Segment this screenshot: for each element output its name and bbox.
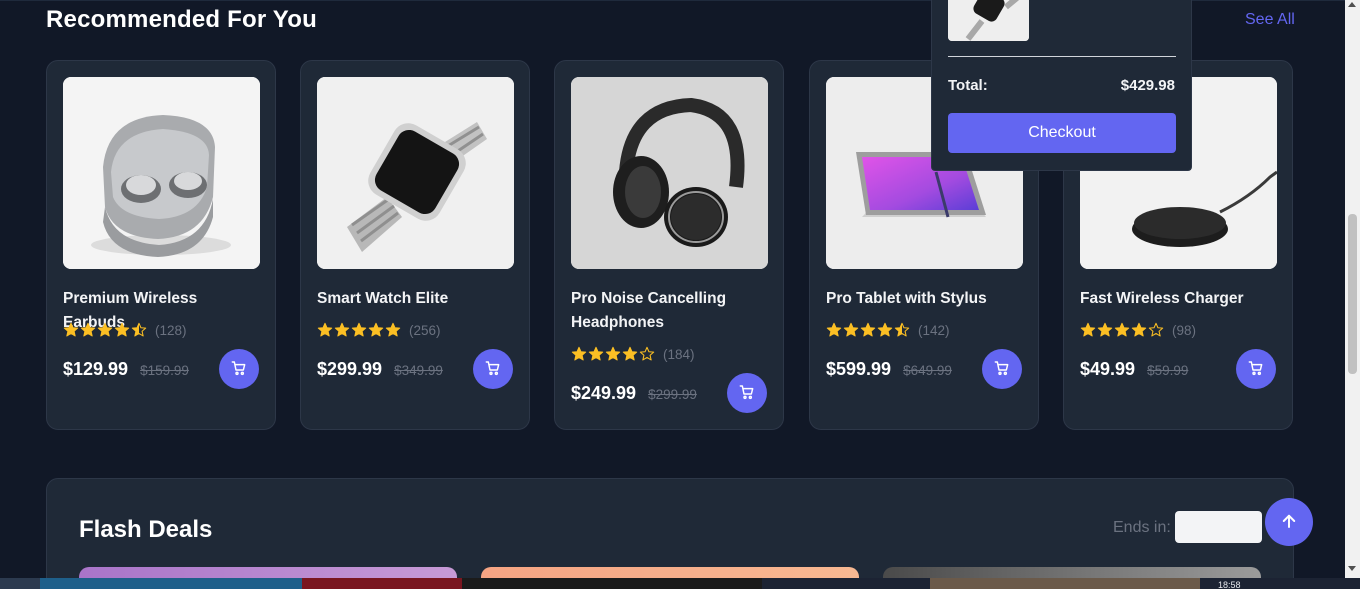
product-rating: (128) xyxy=(63,321,187,339)
product-image-headphones[interactable] xyxy=(571,77,768,269)
rating-stars xyxy=(317,322,401,338)
star-icon xyxy=(351,322,367,338)
countdown-timer xyxy=(1175,511,1262,543)
product-rating: (256) xyxy=(317,321,441,339)
star-icon xyxy=(894,322,910,338)
scroll-to-top-button[interactable] xyxy=(1265,498,1313,546)
star-icon xyxy=(639,346,655,362)
cart-icon xyxy=(231,360,247,379)
rating-stars xyxy=(63,322,147,338)
add-to-cart-button[interactable] xyxy=(727,373,767,413)
product-name[interactable]: Pro Tablet with Stylus xyxy=(826,287,1026,311)
add-to-cart-button[interactable] xyxy=(473,349,513,389)
star-icon xyxy=(1131,322,1147,338)
star-icon xyxy=(1080,322,1096,338)
star-icon xyxy=(317,322,333,338)
product-old-price: $159.99 xyxy=(140,363,189,378)
price-row: $299.99 $349.99 xyxy=(317,359,443,380)
product-card[interactable]: Premium Wireless Earbuds (128) $129.99 $… xyxy=(46,60,276,430)
review-count: (142) xyxy=(918,322,950,338)
product-price: $129.99 xyxy=(63,359,129,379)
star-icon xyxy=(334,322,350,338)
price-row: $249.99 $299.99 xyxy=(571,383,697,404)
star-icon xyxy=(826,322,842,338)
star-icon xyxy=(605,346,621,362)
review-count: (256) xyxy=(409,322,441,338)
star-icon xyxy=(622,346,638,362)
star-icon xyxy=(368,322,384,338)
product-name[interactable]: Smart Watch Elite xyxy=(317,287,517,311)
product-old-price: $649.99 xyxy=(903,363,952,378)
cart-total-value: $429.98 xyxy=(1120,77,1175,94)
cart-icon xyxy=(485,360,501,379)
star-icon xyxy=(843,322,859,338)
flash-deals-section: Flash Deals Ends in: xyxy=(46,478,1294,589)
product-card[interactable]: Pro Noise Cancelling Headphones (184) $2… xyxy=(554,60,784,430)
scroll-up-arrow-icon[interactable] xyxy=(1348,2,1356,7)
product-rating: (98) xyxy=(1080,321,1196,339)
star-icon xyxy=(571,346,587,362)
vertical-scrollbar[interactable] xyxy=(1345,0,1360,578)
product-old-price: $349.99 xyxy=(394,363,443,378)
cart-icon xyxy=(739,384,755,403)
rating-stars xyxy=(826,322,910,338)
price-row: $49.99 $59.99 xyxy=(1080,359,1188,380)
cart-icon xyxy=(1248,360,1264,379)
star-icon xyxy=(97,322,113,338)
ends-in-label: Ends in: xyxy=(1113,519,1171,536)
price-row: $599.99 $649.99 xyxy=(826,359,952,380)
review-count: (184) xyxy=(663,346,695,362)
star-icon xyxy=(588,346,604,362)
add-to-cart-button[interactable] xyxy=(219,349,259,389)
scroll-down-arrow-icon[interactable] xyxy=(1348,566,1356,571)
star-icon xyxy=(877,322,893,338)
cart-item-thumbnail[interactable] xyxy=(948,0,1029,41)
product-price: $49.99 xyxy=(1080,359,1136,379)
cart-icon xyxy=(994,360,1010,379)
review-count: (98) xyxy=(1172,322,1197,338)
star-icon xyxy=(1114,322,1130,338)
rating-stars xyxy=(571,346,655,362)
product-old-price: $59.99 xyxy=(1147,363,1189,378)
product-image-earbuds[interactable] xyxy=(63,77,260,269)
product-price: $599.99 xyxy=(826,359,892,379)
star-icon xyxy=(1097,322,1113,338)
star-icon xyxy=(63,322,79,338)
product-price: $249.99 xyxy=(571,383,637,403)
product-name[interactable]: Pro Noise Cancelling Headphones xyxy=(571,287,771,335)
cart-divider xyxy=(948,56,1176,57)
product-card[interactable]: Smart Watch Elite (256) $299.99 $349.99 xyxy=(300,60,530,430)
star-icon xyxy=(114,322,130,338)
cart-dropdown: Total: $429.98 Checkout xyxy=(931,0,1192,171)
section-title: Recommended For You xyxy=(46,6,317,33)
product-name[interactable]: Fast Wireless Charger xyxy=(1080,287,1280,311)
flash-deals-title: Flash Deals xyxy=(79,516,213,543)
star-icon xyxy=(860,322,876,338)
star-icon xyxy=(385,322,401,338)
product-price: $299.99 xyxy=(317,359,383,379)
add-to-cart-button[interactable] xyxy=(982,349,1022,389)
review-count: (128) xyxy=(155,322,187,338)
product-old-price: $299.99 xyxy=(648,387,697,402)
star-icon xyxy=(1148,322,1164,338)
checkout-button[interactable]: Checkout xyxy=(948,113,1176,153)
star-icon xyxy=(131,322,147,338)
cart-total-label: Total: xyxy=(948,77,988,94)
product-rating: (142) xyxy=(826,321,950,339)
rating-stars xyxy=(1080,322,1164,338)
star-icon xyxy=(80,322,96,338)
see-all-link[interactable]: See All xyxy=(1245,11,1295,29)
product-rating: (184) xyxy=(571,345,695,363)
product-image-smart-watch[interactable] xyxy=(317,77,514,269)
arrow-up-icon xyxy=(1280,512,1298,533)
price-row: $129.99 $159.99 xyxy=(63,359,189,380)
taskbar-strip: 18:58 xyxy=(0,578,1360,589)
scrollbar-thumb[interactable] xyxy=(1348,214,1357,374)
taskbar-clock: 18:58 xyxy=(1218,580,1241,589)
add-to-cart-button[interactable] xyxy=(1236,349,1276,389)
